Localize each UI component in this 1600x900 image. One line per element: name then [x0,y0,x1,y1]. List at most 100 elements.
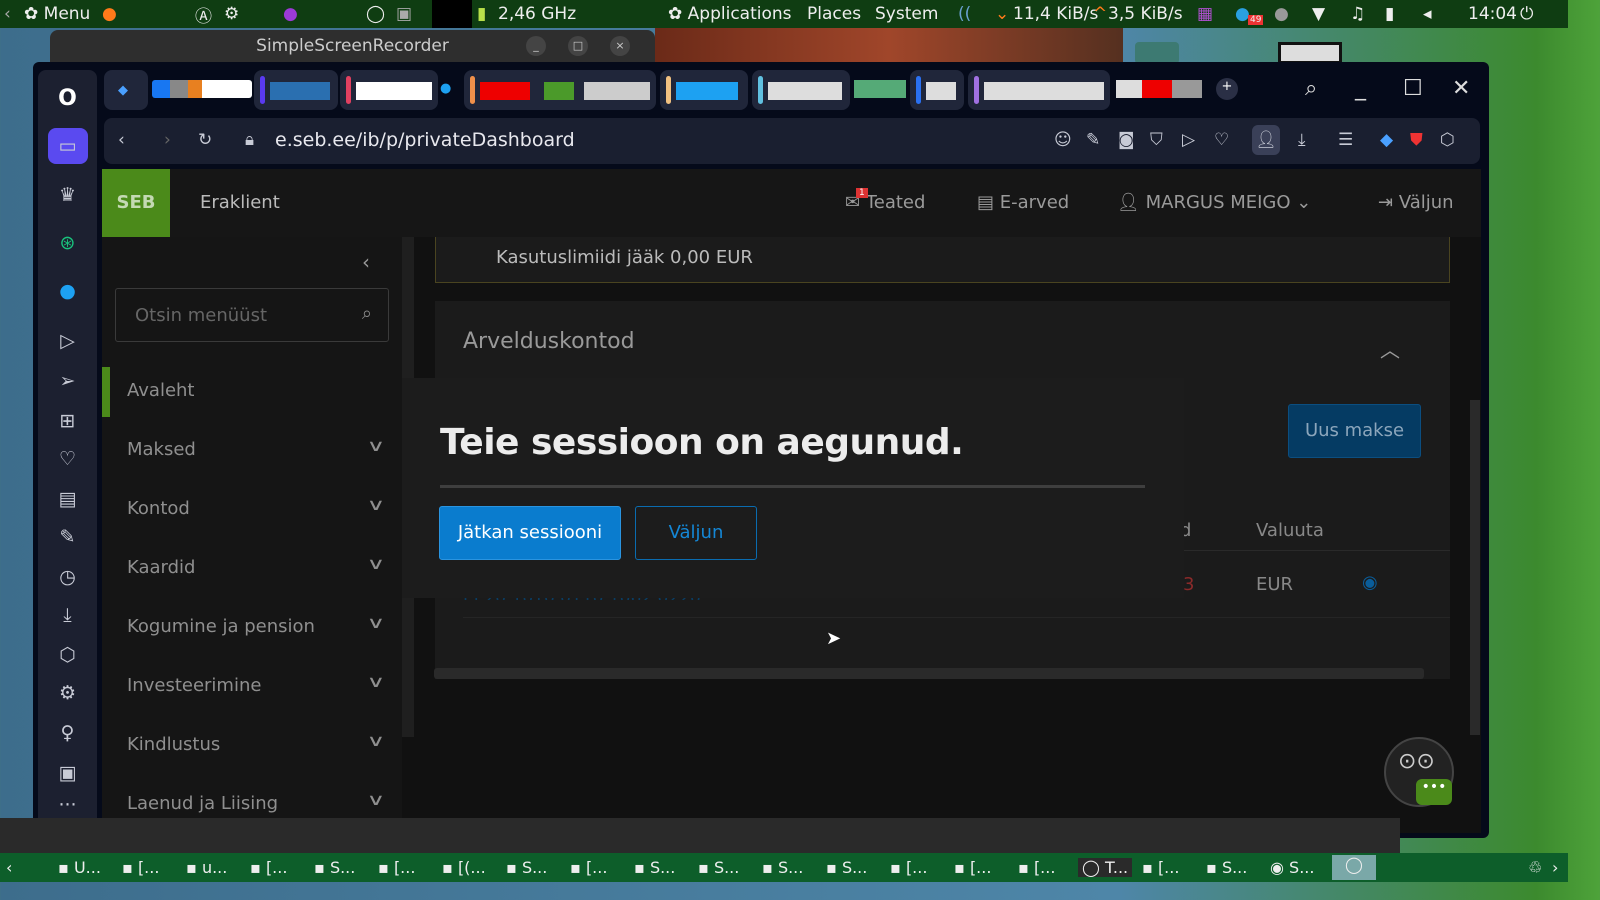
menu-button[interactable]: ✿ Menu [24,4,90,24]
history-icon[interactable]: ◷ [38,566,97,588]
taskbar-item[interactable]: ▪ S... [314,858,355,877]
folder-icon[interactable] [1135,42,1179,64]
tab-island[interactable] [660,70,748,110]
back-icon[interactable]: ‹ [118,130,125,150]
taskbar-item[interactable]: ▪ U... [58,858,101,877]
network-icon[interactable]: ▼ [1312,4,1325,24]
crown-icon[interactable]: ♛ [38,184,97,206]
chatbot-button[interactable]: ••• ⊙⊙ [1384,737,1454,807]
taskbar-item[interactable]: ◉ S... [1270,858,1314,877]
horizontal-scrollbar[interactable] [434,668,1424,679]
snapshot-edit-icon[interactable]: ✎ [1086,130,1100,150]
new-payment-button[interactable]: Uus makse [1288,404,1421,458]
tab-island[interactable] [752,70,850,110]
twitter-tab-icon[interactable]: ● [440,80,451,98]
sidebar-item-kontod[interactable]: Kontod ∨ [102,485,402,535]
new-tab-button[interactable]: + [1216,78,1238,100]
battery-icon[interactable]: ▮ [1385,4,1394,24]
vpn-icon[interactable]: ◆ [1380,130,1393,150]
page-scrollbar[interactable] [1470,400,1480,735]
tab-island[interactable] [968,70,1110,110]
opera-icon[interactable]: ◯ [366,4,385,24]
close-button[interactable]: × [610,36,630,56]
taskbar-item[interactable]: ▪ S... [634,858,675,877]
applications-menu[interactable]: ✿ Applications [668,4,792,24]
places-menu[interactable]: Places [807,4,861,24]
downloads-icon[interactable]: ⤓ [1298,130,1306,150]
taskbar-item[interactable]: ▪ S... [826,858,867,877]
user-menu[interactable]: 👤︎ MARGUS MEIGO ⌄ [1117,192,1311,213]
heart-icon[interactable]: ♡ [38,448,97,470]
maximize-button[interactable]: □ [568,36,588,56]
emoji-icon[interactable]: ☺ [1054,130,1072,150]
news-icon[interactable]: ▤ [38,488,97,510]
forward-icon[interactable]: › [164,130,171,150]
taskbar-item[interactable]: ▪ [... [1018,858,1055,877]
menu-search-input[interactable]: Otsin menüüst ⌕ [115,288,389,342]
firefox-icon[interactable]: ● [102,4,117,24]
sidebar-item-kindlustus[interactable]: Kindlustus ∨ [102,721,402,771]
apps-grid-icon[interactable]: ⊞ [38,410,97,432]
taskbar-item-active[interactable]: ◯ T... [1078,858,1133,877]
more-icon[interactable]: ··· [38,794,97,816]
tab-island[interactable] [340,70,438,110]
taskbar-item[interactable]: ▪ S... [762,858,803,877]
reload-icon[interactable]: ↻ [198,130,212,150]
profile-icon[interactable]: 👤︎ [1252,125,1280,155]
tab-island[interactable] [464,70,656,110]
taskbar-item[interactable]: ▪ S... [1206,858,1247,877]
taskbar-item[interactable]: ▪ [... [890,858,927,877]
workspace-switcher[interactable]: ◯ [1332,855,1376,880]
video-thumbnail[interactable] [1278,42,1342,64]
audio-recorder-icon[interactable]: ▦ [1197,4,1213,24]
collapse-accounts-icon[interactable]: ︿ [1380,334,1400,363]
workspace-button[interactable]: ▭ [38,128,97,164]
tab-island[interactable] [254,70,338,110]
tab-island[interactable] [910,70,964,110]
taskbar-item[interactable]: ▪ S... [506,858,547,877]
minimize-button[interactable]: _ [526,36,546,56]
twitter-icon[interactable]: ● [38,280,97,302]
settings-icon[interactable]: ⚙ [38,682,97,704]
power-icon[interactable]: ⏻ [1520,4,1533,24]
easy-setup-icon[interactable]: ☰ [1338,130,1353,150]
trash-icon[interactable]: ♲ [1528,858,1542,877]
taskbar-item[interactable]: ▪ [... [378,858,415,877]
logout-link[interactable]: ⇥ Väljun [1378,192,1454,213]
sidebar-item-investeerimine[interactable]: Investeerimine ∨ [102,662,402,712]
chatgpt-icon[interactable]: ⊛ [38,232,97,254]
extension-icon[interactable]: ▣ [38,762,97,784]
sidebar-item-maksed[interactable]: Maksed ∨ [102,426,402,476]
close-button[interactable]: ✕ [1452,76,1470,101]
url-field[interactable]: e.seb.ee/ib/p/privateDashboard [275,129,575,151]
clock[interactable]: 14:04 [1468,4,1517,24]
sidebar-item-kaardid[interactable]: Kaardid ∨ [102,544,402,594]
tab-favicons[interactable] [152,80,252,98]
search-tool-icon[interactable]: Ⓐ [195,2,212,27]
einvoices-link[interactable]: ▤ E-arved [977,192,1069,213]
system-menu[interactable]: System [875,4,938,24]
collapse-sidebar-icon[interactable]: ‹ [362,250,370,274]
taskbar-item[interactable]: ▪ [... [570,858,607,877]
tor-icon[interactable]: ● [283,4,298,24]
settings-icon[interactable]: ⚙ [224,4,239,24]
player-icon[interactable]: ▷ [38,330,97,352]
edit-icon[interactable]: ✎ [38,526,97,548]
taskbar-item[interactable]: ▪ [... [954,858,991,877]
taskbar-scroll-right[interactable]: › [1552,858,1558,877]
info-icon[interactable]: ● [1274,4,1289,24]
taskbar-item[interactable]: ▪ u... [186,858,227,877]
heart-icon[interactable]: ♡ [1214,130,1229,150]
notification-bell-icon[interactable]: ♫ [1350,4,1365,24]
cube-icon[interactable]: ⬡ [38,644,97,666]
panel-left-arrow-icon[interactable]: ‹ [4,4,11,24]
eye-icon[interactable]: ◉ [1362,572,1378,593]
taskbar-item[interactable]: ▪ [... [1142,858,1179,877]
taskbar-item[interactable]: ▪ S... [698,858,739,877]
send-icon[interactable]: ▷ [1182,130,1195,150]
send-icon[interactable]: ➢ [38,370,97,392]
terminal-icon[interactable]: ▣ [396,4,412,24]
maximize-button[interactable]: ☐ [1403,76,1423,101]
opera-logo-icon[interactable]: O [38,86,97,111]
ublock-icon[interactable]: ⛊ [1410,130,1423,150]
